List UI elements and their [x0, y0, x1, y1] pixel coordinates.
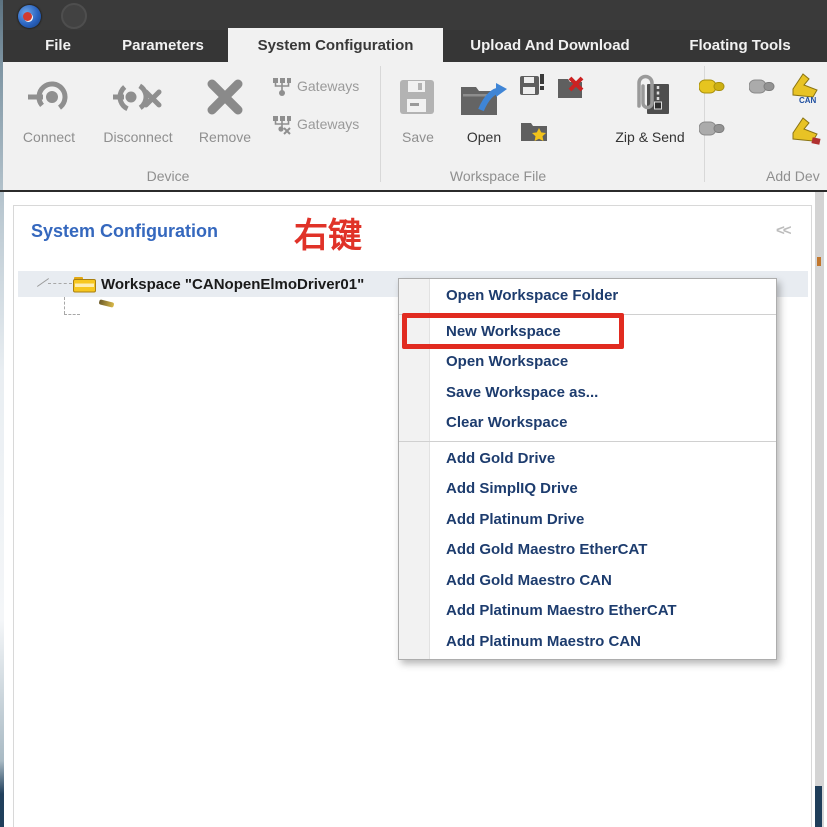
open-icon[interactable]	[459, 77, 507, 119]
tab-upload-and-download[interactable]: Upload And Download	[455, 30, 645, 62]
tab-floating-tools[interactable]: Floating Tools	[665, 30, 815, 62]
highlight-red-box	[402, 313, 624, 349]
zip-and-send-button[interactable]: Zip & Send	[603, 128, 697, 146]
menu-item-open-workspace-folder[interactable]: Open Workspace Folder	[399, 281, 776, 312]
group-label-add-device: Add Dev	[766, 168, 820, 184]
save-icon[interactable]	[399, 79, 435, 115]
tree-child-line-h	[64, 314, 80, 315]
tree-child-icon	[98, 299, 115, 308]
add-can-gateway-icon[interactable]	[699, 78, 726, 95]
save-button[interactable]: Save	[393, 128, 443, 146]
workspace-tree-label[interactable]: Workspace "CANopenElmoDriver01"	[101, 276, 364, 293]
can-badge: CAN	[799, 96, 817, 105]
add-ethercat-gateway-icon[interactable]	[699, 120, 726, 137]
application-window: File Parameters System Configuration Upl…	[0, 0, 827, 827]
tab-parameters[interactable]: Parameters	[108, 30, 218, 62]
add-gateway-icon[interactable]	[749, 78, 776, 95]
tree-child-line-v	[64, 297, 65, 314]
favorite-workspace-icon[interactable]	[520, 120, 548, 142]
connect-icon[interactable]	[26, 76, 68, 118]
menu-item-open-workspace[interactable]: Open Workspace	[399, 347, 776, 378]
disconnect-button[interactable]: Disconnect	[95, 128, 181, 146]
menu-item-add-simpliq-drive[interactable]: Add SimplIQ Drive	[399, 474, 776, 505]
right-edge-navy	[815, 786, 822, 827]
collapse-panel-icon[interactable]: <<	[776, 222, 791, 239]
close-workspace-icon[interactable]	[557, 75, 585, 99]
tab-system-configuration[interactable]: System Configuration	[228, 28, 443, 62]
app-logo-icon[interactable]	[18, 5, 41, 28]
tab-file[interactable]: File	[18, 30, 98, 62]
gateways-remove-icon[interactable]	[272, 115, 292, 135]
menu-item-clear-workspace[interactable]: Clear Workspace	[399, 408, 776, 439]
menu-item-add-gold-maestro-can[interactable]: Add Gold Maestro CAN	[399, 566, 776, 597]
menu-item-add-platinum-drive[interactable]: Add Platinum Drive	[399, 505, 776, 536]
add-gold-drive-ethercat-icon[interactable]	[787, 116, 823, 146]
zip-and-send-icon[interactable]	[625, 74, 673, 118]
menu-item-add-gold-maestro-ethercat[interactable]: Add Gold Maestro EtherCAT	[399, 535, 776, 566]
open-button[interactable]: Open	[459, 128, 509, 146]
menu-item-add-gold-drive[interactable]: Add Gold Drive	[399, 444, 776, 475]
group-label-workspace-file: Workspace File	[449, 168, 547, 184]
workspace-folder-icon[interactable]	[73, 275, 96, 293]
remove-button[interactable]: Remove	[189, 128, 261, 146]
group-separator	[380, 66, 381, 182]
inactive-circle-button[interactable]	[61, 3, 87, 29]
connect-button[interactable]: Connect	[11, 128, 87, 146]
menu-item-add-platinum-maestro-ethercat[interactable]: Add Platinum Maestro EtherCAT	[399, 596, 776, 627]
menu-separator	[399, 440, 776, 442]
right-edge-strip	[815, 192, 824, 827]
group-label-device: Device	[146, 168, 190, 184]
tree-connector-line	[48, 283, 72, 284]
disconnect-icon[interactable]	[113, 76, 163, 118]
right-edge-marker	[817, 257, 821, 266]
gateways-remove-button[interactable]: Gateways	[297, 116, 375, 132]
gateways-add-button[interactable]: Gateways	[297, 78, 375, 94]
save-as-icon[interactable]	[519, 73, 545, 99]
menu-item-save-workspace-as[interactable]: Save Workspace as...	[399, 378, 776, 409]
annotation-right-click: 右键	[294, 217, 362, 255]
ribbon: Connect Disconnect Remove Gateways Gatew…	[3, 62, 827, 190]
title-bar	[3, 0, 827, 30]
panel-title: System Configuration	[31, 221, 219, 241]
menu-item-add-platinum-maestro-can[interactable]: Add Platinum Maestro CAN	[399, 627, 776, 658]
gateways-add-icon[interactable]	[272, 77, 292, 97]
remove-icon[interactable]	[206, 78, 244, 116]
ribbon-bottom-edge	[0, 190, 827, 192]
